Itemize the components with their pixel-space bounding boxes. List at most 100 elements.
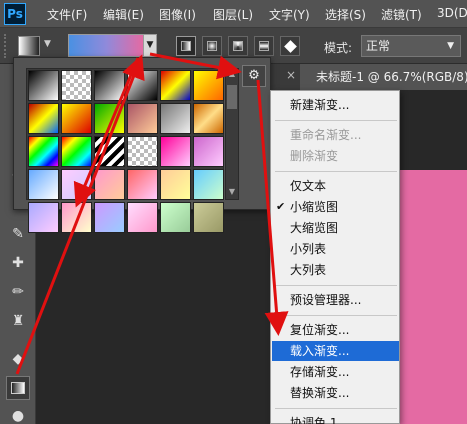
gradient-preset-swatch[interactable] (28, 202, 59, 233)
picker-scrollbar[interactable]: ▲ ▼ (225, 68, 239, 200)
angle-gradient-button[interactable] (228, 36, 248, 56)
gradient-preset-swatch[interactable] (193, 202, 224, 233)
gradient-preset-swatch[interactable] (28, 70, 59, 101)
diamond-gradient-icon (284, 40, 297, 53)
gradient-preset-swatch[interactable] (28, 103, 59, 134)
menu-item[interactable]: ✔ 小缩览图 (272, 197, 399, 217)
clone-stamp-icon[interactable]: ♜ (6, 309, 30, 333)
gradient-preset-swatch[interactable] (160, 169, 191, 200)
gradient-swatch[interactable] (68, 34, 144, 57)
linear-gradient-icon (181, 41, 191, 51)
menu-separator (275, 120, 397, 121)
menu-item[interactable]: 重命名渐变... (272, 125, 399, 145)
gradient-preset-swatch[interactable] (94, 169, 125, 200)
menu-item[interactable]: 协调色 1 (272, 413, 399, 424)
document-canvas[interactable] (400, 170, 467, 424)
menu-item[interactable]: 删除渐变 (272, 146, 399, 166)
menu-item-label: 新建渐变... (290, 98, 350, 112)
gradient-preset-swatch[interactable] (127, 70, 158, 101)
reflected-gradient-button[interactable] (254, 36, 274, 56)
menu-item[interactable]: 仅文本 (272, 176, 399, 196)
menu-layer[interactable]: 图层(L) (213, 6, 253, 23)
gradient-preset-swatch[interactable] (127, 103, 158, 134)
gradient-preset-swatch[interactable] (160, 70, 191, 101)
gradient-preset-swatch[interactable] (193, 169, 224, 200)
reflected-gradient-icon (259, 41, 269, 51)
menu-separator (275, 408, 397, 409)
gradient-preset-swatch[interactable] (94, 136, 125, 167)
menu-filter[interactable]: 滤镜(T) (381, 6, 422, 23)
gradient-preset-swatch[interactable] (94, 70, 125, 101)
menu-separator (275, 171, 397, 172)
menu-item-label: 小列表 (290, 242, 327, 256)
menu-select[interactable]: 选择(S) (325, 6, 366, 23)
gradient-tool-button[interactable] (6, 376, 30, 400)
menu-item[interactable]: 小列表 (272, 239, 399, 259)
eyedropper-icon[interactable]: ✎ (6, 222, 30, 246)
gradient-preset-swatch[interactable] (94, 202, 125, 233)
gradient-preset-swatch[interactable] (193, 103, 224, 134)
gradient-picker-dropdown[interactable]: ▼ (143, 34, 157, 57)
menu-3d[interactable]: 3D(D) (437, 6, 467, 20)
menu-item[interactable]: 预设管理器... (272, 290, 399, 310)
document-tab[interactable]: 未标题-1 @ 66.7%(RGB/8) * (300, 64, 467, 90)
scrollbar-thumb[interactable] (227, 85, 237, 109)
menu-item-label: 协调色 1 (290, 416, 338, 424)
menu-file[interactable]: 文件(F) (47, 6, 87, 23)
radial-gradient-icon (207, 41, 217, 51)
menu-bar: Ps 文件(F) 编辑(E) 图像(I) 图层(L) 文字(Y) 选择(S) 滤… (0, 0, 467, 28)
blend-mode-value: 正常 (366, 39, 391, 53)
picker-settings-button[interactable]: ⚙ (242, 65, 266, 87)
gradient-preset-swatch[interactable] (61, 103, 92, 134)
blur-drop-icon[interactable]: ● (6, 404, 30, 424)
gradient-preset-swatch[interactable] (127, 202, 158, 233)
gradient-preset-swatch[interactable] (160, 103, 191, 134)
chevron-down-icon[interactable]: ▼ (226, 187, 238, 199)
gradient-preset-swatch[interactable] (61, 136, 92, 167)
angle-gradient-icon (233, 41, 243, 51)
menu-item[interactable]: 替换渐变... (272, 383, 399, 403)
radial-gradient-button[interactable] (202, 36, 222, 56)
mode-label: 模式: (324, 41, 353, 55)
menu-image[interactable]: 图像(I) (159, 6, 196, 23)
close-icon[interactable]: × (286, 68, 296, 82)
menu-item[interactable]: 复位渐变... (272, 320, 399, 340)
gradient-preset-swatch[interactable] (160, 136, 191, 167)
document-tab-title: 未标题-1 @ 66.7%(RGB/8) * (316, 70, 467, 84)
gradient-preset-swatch[interactable] (61, 70, 92, 101)
chevron-down-icon: ▼ (447, 41, 454, 51)
menu-item-label: 载入渐变... (290, 344, 350, 358)
menu-item-label: 仅文本 (290, 179, 327, 193)
menu-item[interactable]: 大列表 (272, 260, 399, 280)
brush-icon[interactable]: ✏ (6, 280, 30, 304)
healing-brush-icon[interactable]: ✚ (6, 251, 30, 275)
gradient-preset-swatch[interactable] (28, 136, 59, 167)
eraser-icon[interactable]: ◆ (6, 347, 30, 371)
menu-item[interactable]: 新建渐变... (272, 95, 399, 115)
gradient-preset-swatch[interactable] (127, 136, 158, 167)
tool-preset-picker[interactable] (18, 36, 40, 56)
menu-item[interactable]: 载入渐变... (272, 341, 399, 361)
menu-item[interactable]: 大缩览图 (272, 218, 399, 238)
gradient-preset-swatch[interactable] (160, 202, 191, 233)
gradient-picker-panel: ▲ ▼ ⚙ (13, 57, 271, 233)
menu-type[interactable]: 文字(Y) (269, 6, 310, 23)
gradient-preset-swatch[interactable] (193, 70, 224, 101)
gradient-preset-swatch[interactable] (61, 202, 92, 233)
chevron-up-icon[interactable]: ▲ (226, 69, 238, 81)
menu-item[interactable]: 存储渐变... (272, 362, 399, 382)
menu-item-label: 小缩览图 (290, 200, 339, 214)
photoshop-logo: Ps (4, 3, 26, 25)
linear-gradient-button[interactable] (176, 36, 196, 56)
chevron-down-icon: ▼ (146, 40, 154, 50)
chevron-down-icon[interactable]: ▼ (44, 39, 51, 49)
gradient-preset-swatch[interactable] (94, 103, 125, 134)
gradient-preset-swatch[interactable] (61, 169, 92, 200)
gradient-preset-swatch[interactable] (28, 169, 59, 200)
gradient-picker-menu: 新建渐变... 重命名渐变... 删除渐变仅文本 ✔ 小缩览图 大缩览图小列表大列表预设管… (270, 90, 400, 424)
gradient-preset-swatch[interactable] (193, 136, 224, 167)
diamond-gradient-button[interactable] (280, 36, 300, 56)
gradient-preset-swatch[interactable] (127, 169, 158, 200)
blend-mode-select[interactable]: 正常 ▼ (361, 35, 461, 57)
menu-edit[interactable]: 编辑(E) (103, 6, 144, 23)
